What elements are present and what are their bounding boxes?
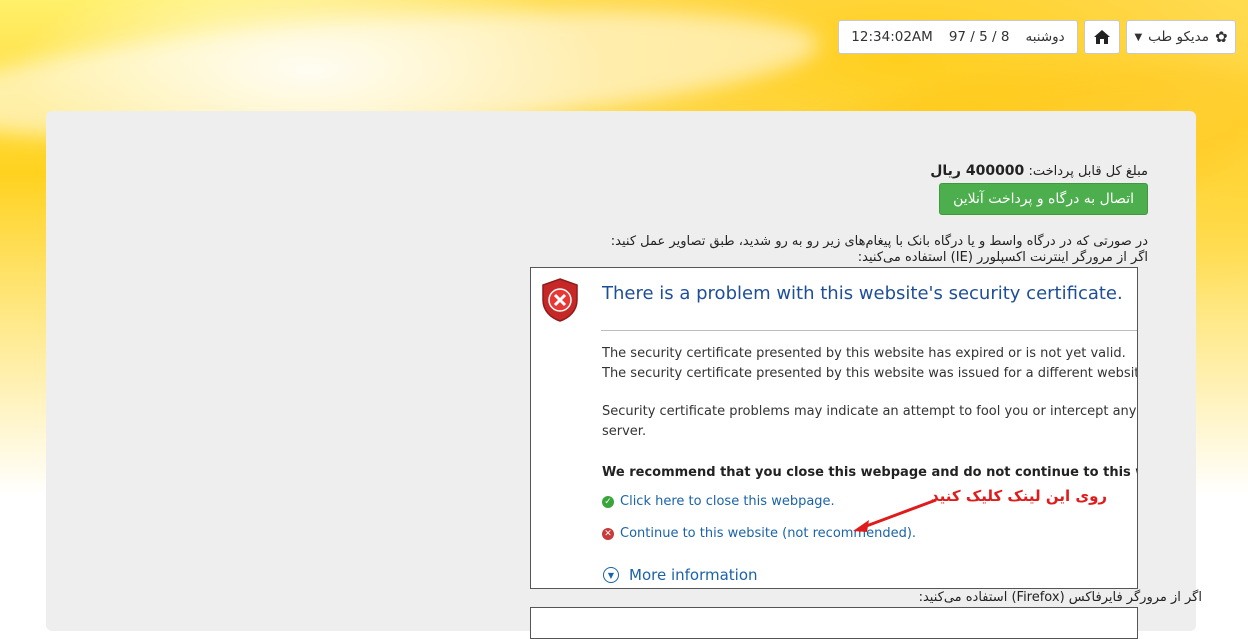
divider: [601, 330, 1137, 331]
gear-icon: ✿: [1214, 28, 1228, 46]
date-time-display: دوشنبه 8 / 5 / 97 12:34:02AM: [838, 20, 1078, 54]
payment-content: مبلغ کل قابل پرداخت: 400000 ریال اتصال ب…: [528, 163, 1148, 266]
day-name: دوشنبه: [1025, 29, 1065, 45]
amount-label: مبلغ کل قابل پرداخت:: [1028, 164, 1148, 179]
user-menu-label: مدیکو طب: [1148, 29, 1209, 45]
red-arrow-icon: [853, 498, 937, 532]
close-webpage-link-text: Click here to close this webpage.: [620, 494, 835, 509]
user-menu-dropdown[interactable]: ✿ مدیکو طب ▼: [1126, 20, 1236, 54]
firefox-warning-image: [530, 607, 1138, 639]
ie-label: اگر از مرورگر اینترنت اکسپلورر (IE) استف…: [857, 250, 1148, 265]
online-payment-button[interactable]: اتصال به درگاه و پرداخت آنلاین: [939, 183, 1148, 215]
check-shield-icon: ✓: [602, 495, 614, 508]
close-webpage-link: ✓ Click here to close this webpage.: [602, 494, 835, 509]
more-information-toggle: ▼ More information: [603, 566, 758, 584]
recommendation-text: We recommend that you close this webpage…: [602, 465, 1138, 480]
date-text: 8 / 5 / 97: [948, 29, 1010, 45]
instructions-text: در صورتی که در درگاه واسط و یا درگاه بان…: [610, 234, 1148, 249]
more-information-text: More information: [629, 566, 758, 584]
amount-value: 400000 ریال: [930, 163, 1025, 179]
warning-line: The security certificate presented by th…: [602, 366, 1138, 381]
time-text: 12:34:02AM: [851, 29, 933, 45]
warning-title: There is a problem with this website's s…: [602, 283, 1123, 304]
warning-line: Security certificate problems may indica…: [602, 404, 1138, 419]
amount-line: مبلغ کل قابل پرداخت: 400000 ریال: [528, 163, 1148, 179]
home-button[interactable]: [1084, 20, 1120, 54]
home-icon: [1094, 30, 1110, 44]
error-shield-icon: [542, 278, 578, 322]
warning-line: server.: [602, 424, 647, 439]
ie-certificate-warning-image: There is a problem with this website's s…: [530, 267, 1138, 589]
top-bar: دوشنبه 8 / 5 / 97 12:34:02AM ✿ مدیکو طب …: [838, 20, 1236, 56]
click-annotation: روی این لینک کلیک کنید: [931, 487, 1108, 505]
caret-down-icon: ▼: [1134, 31, 1143, 43]
firefox-label: اگر از مرورگر فایرفاکس (Firefox) استفاده…: [918, 590, 1202, 605]
chevron-down-icon: ▼: [603, 567, 619, 583]
warning-line: The security certificate presented by th…: [602, 346, 1126, 361]
x-shield-icon: ✕: [602, 527, 614, 540]
